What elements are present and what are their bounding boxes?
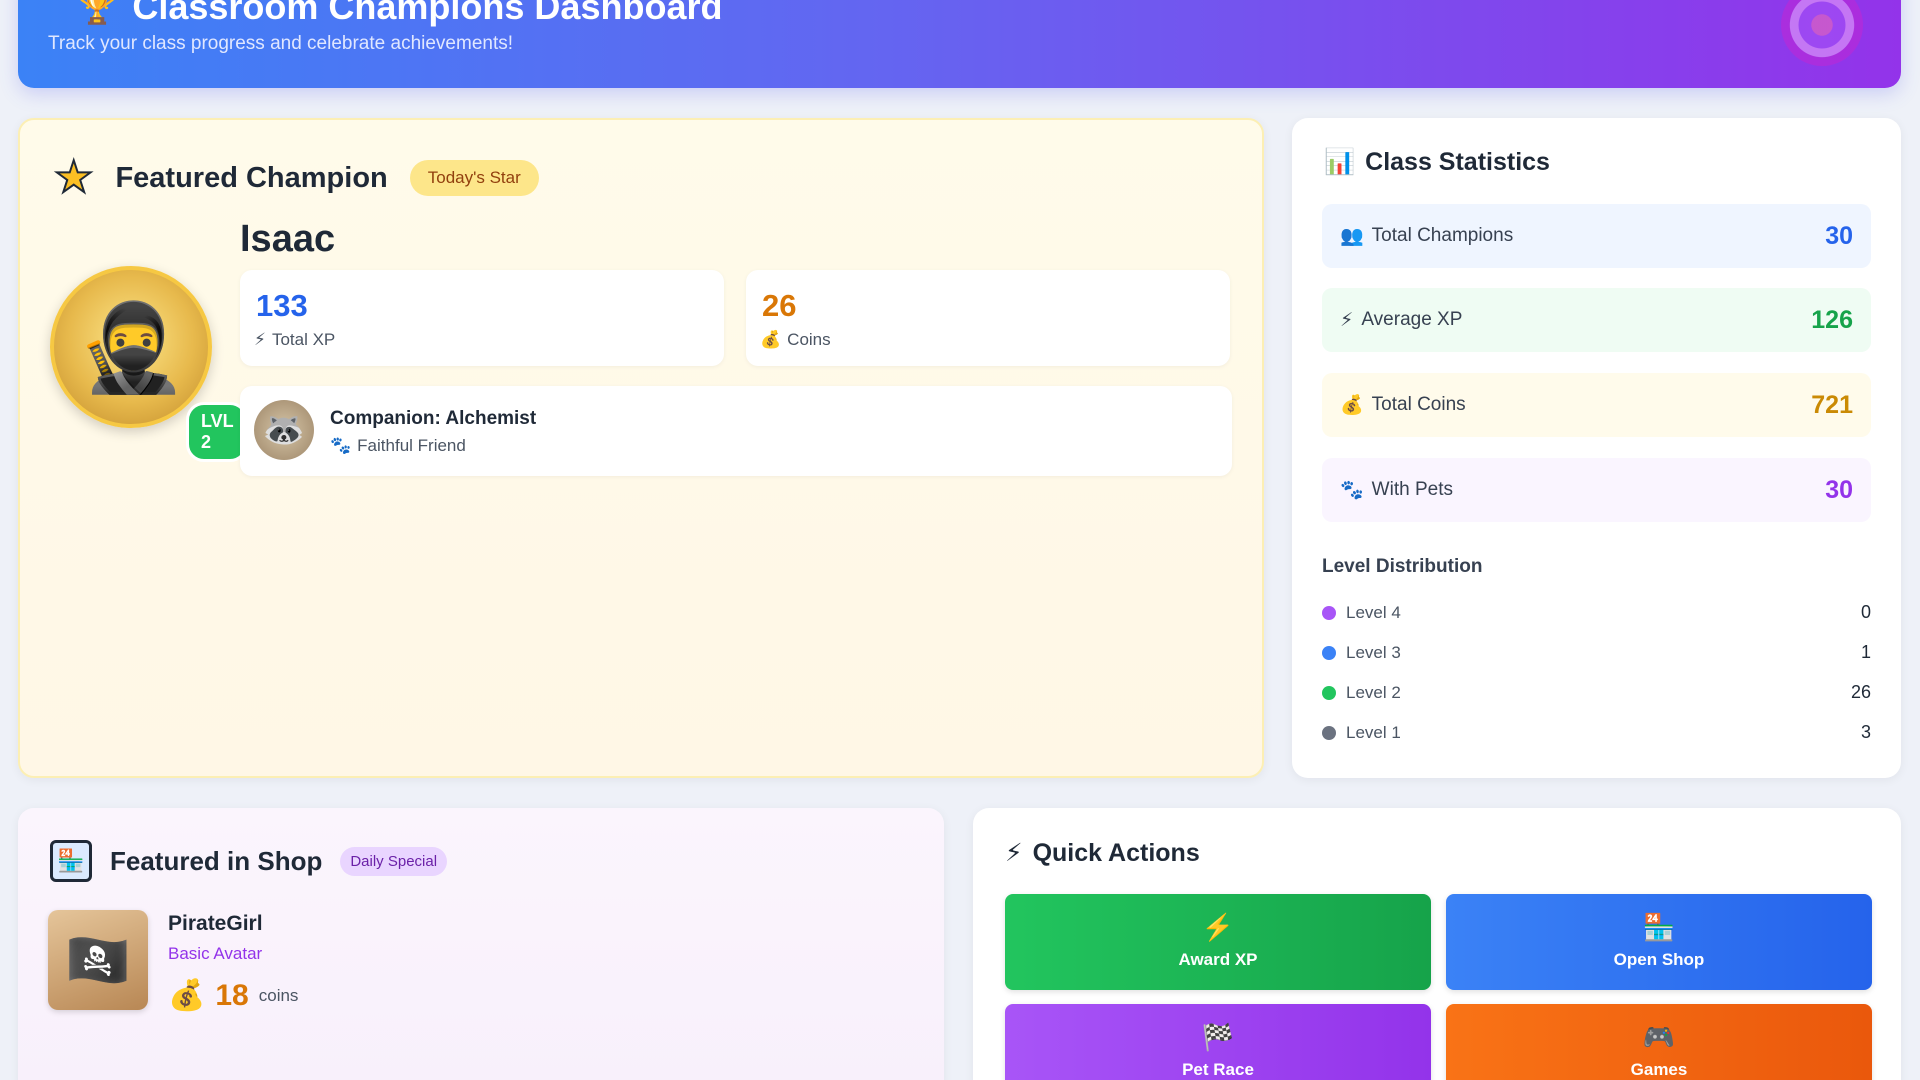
shop-item-price: 💰 18 coins — [168, 978, 298, 1013]
price-amount: 18 — [215, 978, 249, 1012]
champion-avatar-wrap: 🥷 LVL 2 — [50, 266, 249, 462]
stat-row-average-xp: ⚡ Average XP 126 — [1322, 288, 1871, 352]
lightning-icon: ⚡ — [1005, 839, 1023, 867]
stat-label: Average XP — [1361, 309, 1463, 330]
games-button[interactable]: 🎮 Games — [1446, 1004, 1872, 1080]
pet-race-button[interactable]: 🏁 Pet Race — [1005, 1004, 1431, 1080]
coins-label-wrap: 💰 Coins — [760, 330, 831, 350]
stat-row-total-coins: 💰 Total Coins 721 — [1322, 373, 1871, 437]
level-label: Level 1 — [1346, 722, 1401, 742]
money-bag-icon: 💰 — [1340, 395, 1364, 416]
stat-label: Total Champions — [1371, 225, 1514, 246]
level-count: 1 — [1860, 642, 1871, 662]
page-subtitle: Track your class progress and celebrate … — [48, 33, 514, 54]
stat-label: With Pets — [1371, 479, 1453, 500]
class-statistics-title: Class Statistics — [1365, 148, 1550, 176]
stat-label: Total Coins — [1371, 394, 1466, 415]
quick-actions-title: Quick Actions — [1032, 838, 1200, 867]
open-shop-label: Open Shop — [1613, 950, 1705, 969]
bar-chart-icon: 📊 — [1324, 148, 1356, 176]
store-icon: 🏪 — [1642, 912, 1676, 942]
shop-header: 🏪 Featured in Shop Daily Special — [50, 840, 448, 882]
page-title: Classroom Champions Dashboard — [132, 0, 723, 27]
award-xp-label: Award XP — [1178, 950, 1258, 969]
dashboard-header: 🏆 Classroom Champions Dashboard Track yo… — [18, 0, 1901, 88]
total-xp-box: 133 ⚡ Total XP — [240, 270, 724, 366]
stat-value: 30 — [1825, 475, 1853, 504]
lightning-icon: ⚡ — [254, 330, 266, 349]
paw-icon: 🐾 — [330, 436, 352, 455]
level-label: Level 3 — [1346, 642, 1401, 662]
coins-value: 26 — [762, 288, 797, 323]
class-statistics-header: 📊 Class Statistics — [1324, 148, 1550, 177]
money-bag-icon: 💰 — [760, 330, 782, 349]
level-count: 26 — [1850, 682, 1871, 702]
featured-shop-card: 🏪 Featured in Shop Daily Special 🏴‍☠️ Pi… — [18, 808, 944, 1080]
store-icon: 🏪 — [50, 840, 92, 882]
featured-champion-header: ★ Featured Champion Today's Star — [53, 153, 539, 202]
pet-race-label: Pet Race — [1182, 1060, 1254, 1079]
level-row-3: Level 3 1 — [1322, 642, 1871, 663]
level-row-4: Level 4 0 — [1322, 602, 1871, 623]
companion-subtitle: Faithful Friend — [357, 436, 466, 455]
star-icon: ★ — [53, 153, 94, 202]
gamepad-icon: 🎮 — [1642, 1022, 1676, 1052]
open-shop-button[interactable]: 🏪 Open Shop — [1446, 894, 1872, 990]
featured-champion-card: ★ Featured Champion Today's Star 🥷 LVL 2… — [18, 118, 1264, 778]
stat-row-total-champions: 👥 Total Champions 30 — [1322, 204, 1871, 268]
total-xp-label-wrap: ⚡ Total XP — [254, 330, 335, 350]
companion-sub-wrap: 🐾 Faithful Friend — [330, 436, 466, 456]
lightning-icon: ⚡ — [1201, 912, 1235, 942]
target-icon — [1781, 0, 1863, 66]
level-distribution-title: Level Distribution — [1322, 556, 1483, 577]
stat-value: 126 — [1811, 305, 1853, 334]
total-xp-label: Total XP — [271, 330, 336, 349]
shop-title: Featured in Shop — [110, 845, 323, 876]
trophy-icon: 🏆 — [76, 0, 119, 26]
companion-avatar: 🦝 — [254, 400, 314, 460]
level-count: 0 — [1860, 602, 1871, 622]
award-xp-button[interactable]: ⚡ Award XP — [1005, 894, 1431, 990]
coins-label: Coins — [787, 330, 831, 349]
quick-actions-card: ⚡ Quick Actions ⚡ Award XP 🏪 Open Shop 🏁… — [973, 808, 1901, 1080]
level-row-2: Level 2 26 — [1322, 682, 1871, 703]
games-label: Games — [1630, 1060, 1688, 1079]
flag-icon: 🏁 — [1201, 1022, 1235, 1052]
header-title-wrap: 🏆 Classroom Champions Dashboard — [76, 0, 722, 28]
stat-value: 721 — [1811, 390, 1853, 419]
level-row-1: Level 1 3 — [1322, 722, 1871, 743]
level-dot — [1322, 725, 1336, 740]
level-badge: LVL 2 — [186, 402, 249, 462]
total-xp-value: 133 — [256, 288, 308, 323]
coins-box: 26 💰 Coins — [746, 270, 1230, 366]
level-label: Level 4 — [1346, 602, 1401, 622]
users-icon: 👥 — [1340, 226, 1364, 247]
featured-champion-title: Featured Champion — [115, 161, 388, 194]
stat-value: 30 — [1825, 221, 1853, 250]
level-label: Level 2 — [1346, 682, 1401, 702]
level-dot — [1322, 685, 1336, 700]
paw-icon: 🐾 — [1340, 480, 1364, 501]
lightning-icon: ⚡ — [1340, 309, 1354, 331]
companion-title: Companion: Alchemist — [330, 408, 537, 429]
level-count: 3 — [1860, 722, 1871, 742]
todays-star-badge: Today's Star — [409, 160, 539, 196]
price-unit: coins — [258, 985, 299, 1005]
shop-item-image[interactable]: 🏴‍☠️ — [48, 910, 148, 1010]
stat-row-with-pets: 🐾 With Pets 30 — [1322, 458, 1871, 522]
companion-card[interactable]: 🦝 Companion: Alchemist 🐾 Faithful Friend — [240, 386, 1232, 476]
daily-special-badge: Daily Special — [340, 846, 448, 876]
shop-item-name: PirateGirl — [168, 912, 263, 935]
champion-avatar[interactable]: 🥷 — [50, 266, 212, 428]
quick-actions-header: ⚡ Quick Actions — [1005, 838, 1200, 868]
level-dot — [1322, 645, 1336, 660]
level-dot — [1322, 605, 1336, 620]
class-statistics-card: 📊 Class Statistics 👥 Total Champions 30 ⚡… — [1292, 118, 1901, 778]
money-bag-icon: 💰 — [168, 979, 206, 1012]
champion-name: Isaac — [240, 218, 336, 260]
shop-item-type: Basic Avatar — [168, 944, 263, 963]
